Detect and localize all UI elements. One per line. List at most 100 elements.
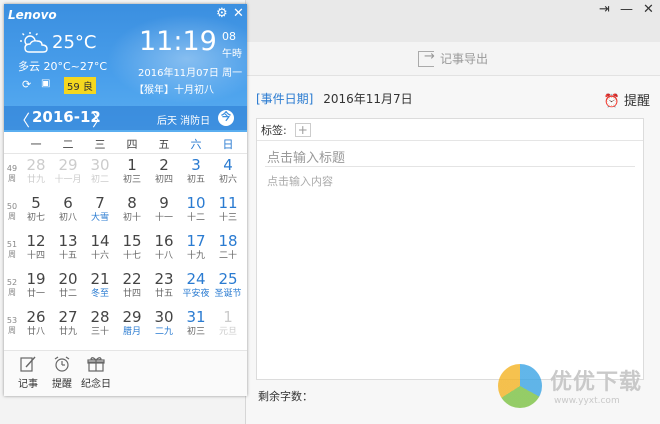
minimize-button[interactable]: — [620,2,633,17]
lunar-day: 廿一 [26,289,45,299]
weekday-2: 三 [94,138,106,151]
calendar-day[interactable]: 7 大雪 [84,192,116,230]
calendar-day[interactable]: 19 廿一 [20,268,52,306]
export-button[interactable]: 记事导出 [417,49,488,67]
weather-desc: 多云 20°C~27°C [18,60,108,73]
calendar-day[interactable]: 29 十一月 [52,154,84,192]
day-number: 8 [127,194,137,212]
lunar-day: 初八 [58,213,77,223]
lunar-day: 十四 [26,251,45,261]
event-date-label[interactable]: [事件日期] [256,92,313,106]
content-input[interactable]: 点击输入内容 [265,173,635,189]
alarm-clock-icon [54,356,70,372]
calendar-day[interactable]: 28 廿九 [20,154,52,192]
prev-month-button[interactable]: 〈 [14,107,30,131]
week-number-suffix: 周 [8,174,16,183]
calendar-day[interactable]: 30 二九 [148,306,180,344]
close-button[interactable]: ✕ [643,2,654,17]
lunar-day: 廿二 [58,289,77,299]
day-number: 18 [218,232,238,250]
next-month-button[interactable]: 〉 [92,107,108,131]
week-number-suffix: 周 [8,288,16,297]
today-button[interactable]: 今 [218,110,234,126]
weekday-6: 日 [222,138,234,151]
anniversary-button[interactable]: 纪念日 [78,355,114,390]
lunar-day: 十七 [122,251,141,261]
day-number: 29 [58,156,78,174]
day-number: 2 [159,156,169,174]
calendar-day[interactable]: 2 初四 [148,154,180,192]
calendar-day[interactable]: 8 初十 [116,192,148,230]
calendar-day[interactable]: 30 初二 [84,154,116,192]
gift-icon [87,357,105,372]
clock-seconds: 08 [222,30,236,43]
watermark-text: 优优下载 [550,370,643,395]
lunar-day: 十一月 [54,175,82,185]
calendar-day[interactable]: 10 十二 [180,192,212,230]
bottom-toolbar: 记事 提醒 纪念日 [4,350,247,396]
lunar-day: 廿九 [58,327,77,337]
calendar-day[interactable]: 1 初三 [116,154,148,192]
lunar-day: 元旦 [218,327,237,337]
lunar-day: 十八 [154,251,173,261]
year-month[interactable]: 2016-12 [32,108,101,126]
calendar-day[interactable]: 14 十六 [84,230,116,268]
day-number: 22 [122,270,142,288]
title-input[interactable]: 点击输入标题 [265,147,635,167]
calendar-day[interactable]: 27 廿九 [52,306,84,344]
calendar-day[interactable]: 4 初六 [212,154,244,192]
note-button[interactable]: 记事 [10,355,46,390]
lunar-day: 三十 [90,327,109,337]
calendar-day[interactable]: 5 初七 [20,192,52,230]
gear-icon[interactable]: ⚙ [216,6,228,21]
week-number: 49 周 [6,164,18,184]
close-icon[interactable]: ✕ [233,6,244,21]
calendar-day[interactable]: 24 平安夜 [180,268,212,306]
upcoming-holiday: 后天 消防日 [157,116,211,127]
calendar-grid: 49 周 50 周 51 周 52 周 53 周 28 廿九 29 十一月 30 初二 1 初三 2 初四 3 初五 4 初六… [4,154,247,344]
reminder-button[interactable]: 提醒 [44,355,80,390]
weekday-1: 二 [62,138,74,151]
calendar-day[interactable]: 18 二十 [212,230,244,268]
day-number: 7 [95,194,105,212]
reminder-label: 提醒 [52,379,72,390]
day-number: 29 [122,308,142,326]
calendar-day[interactable]: 21 冬至 [84,268,116,306]
calendar-day[interactable]: 13 十五 [52,230,84,268]
day-number: 21 [90,270,110,288]
add-tag-button[interactable]: + [294,122,311,137]
lunar-day: 十一 [154,213,173,223]
lunar-day: 廿九 [26,175,45,185]
lunar-day: 廿四 [122,289,141,299]
calendar-day[interactable]: 12 十四 [20,230,52,268]
day-number: 13 [58,232,78,250]
calendar-day[interactable]: 20 廿二 [52,268,84,306]
calendar-day[interactable]: 9 十一 [148,192,180,230]
week-number-suffix: 周 [8,326,16,335]
calendar-day[interactable]: 22 廿四 [116,268,148,306]
calendar-day[interactable]: 6 初八 [52,192,84,230]
calendar-day[interactable]: 3 初五 [180,154,212,192]
calendar-day[interactable]: 16 十八 [148,230,180,268]
pin-icon[interactable]: ⇥ [599,2,610,17]
lunar-day: 圣诞节 [214,289,242,299]
calendar-day[interactable]: 25 圣诞节 [212,268,244,306]
lunar-day: 初三 [186,327,205,337]
calendar-day[interactable]: 11 十三 [212,192,244,230]
calendar-day[interactable]: 26 廿八 [20,306,52,344]
day-number: 14 [90,232,110,250]
weekday-3: 四 [126,138,138,151]
calendar-day[interactable]: 1 元旦 [212,306,244,344]
calendar-day[interactable]: 31 初三 [180,306,212,344]
note-label: 记事 [18,379,38,390]
refresh-icon[interactable]: ⟳ [22,78,31,91]
lunar-day: 十三 [218,213,237,223]
remind-button[interactable]: ⏰ 提醒 [604,90,650,109]
calendar-day[interactable]: 29 腊月 [116,306,148,344]
calendar-day[interactable]: 28 三十 [84,306,116,344]
calendar-day[interactable]: 17 十九 [180,230,212,268]
calendar-day[interactable]: 23 廿五 [148,268,180,306]
calendar-day[interactable]: 15 十七 [116,230,148,268]
lunar-day: 大雪 [90,213,109,223]
week-number-suffix: 周 [8,212,16,221]
